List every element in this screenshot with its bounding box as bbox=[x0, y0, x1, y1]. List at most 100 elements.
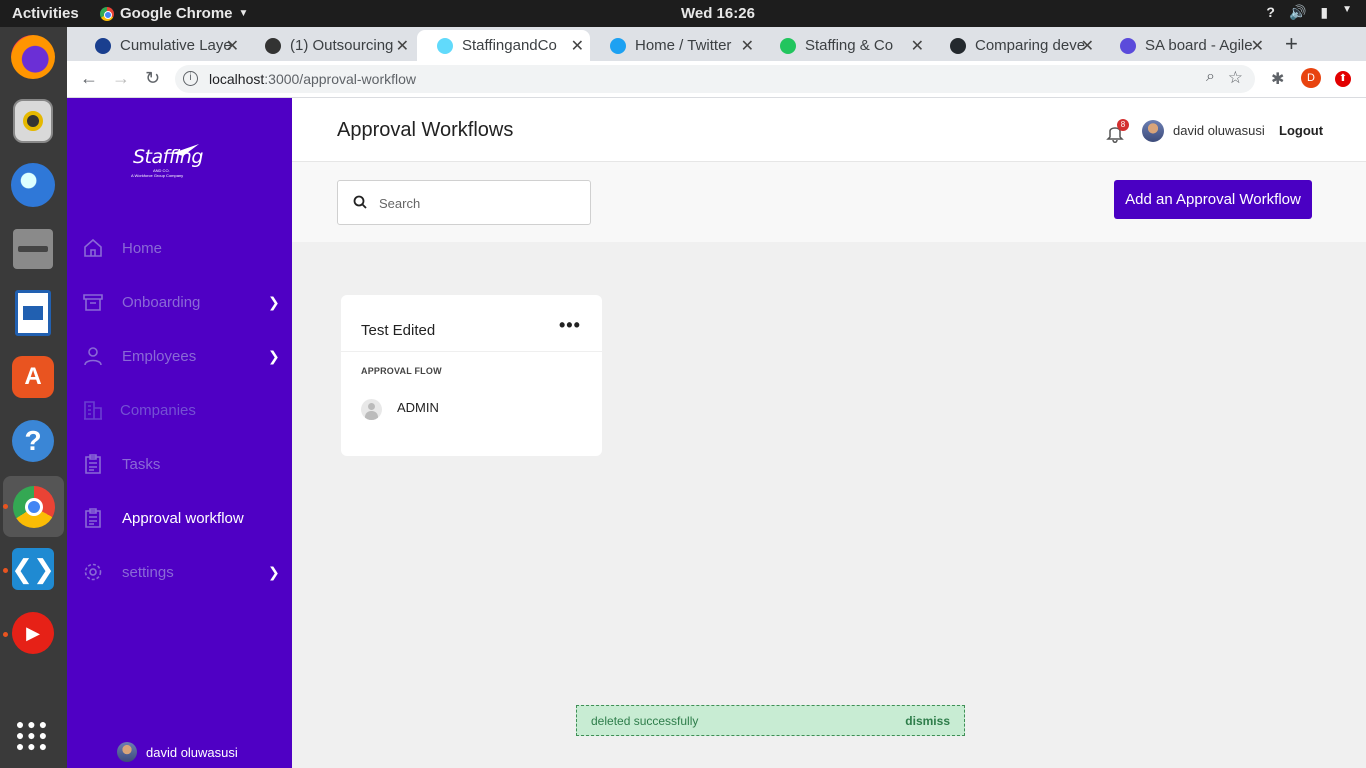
show-apps-button[interactable]: ●●● ●●● ●●● bbox=[8, 710, 58, 760]
header-user-name[interactable]: david oluwasusi bbox=[1173, 123, 1265, 138]
bookmark-star-icon[interactable]: ☆ bbox=[1228, 68, 1243, 88]
dock-chrome[interactable] bbox=[3, 476, 64, 537]
sidebar-item-label: Onboarding bbox=[122, 293, 201, 311]
chevron-right-icon: ❯ bbox=[268, 293, 280, 310]
paper-plane-icon bbox=[173, 144, 199, 156]
sidebar-item-companies[interactable]: Companies bbox=[67, 390, 292, 430]
browser-tab[interactable]: Comparing deve ✕ bbox=[930, 30, 1100, 61]
thunderbird-icon bbox=[11, 163, 55, 207]
browser-tab[interactable]: SA board - Agile ✕ bbox=[1100, 30, 1270, 61]
sidebar-item-tasks[interactable]: Tasks bbox=[67, 444, 292, 484]
dock-writer[interactable] bbox=[8, 288, 58, 338]
close-icon[interactable]: ✕ bbox=[396, 36, 409, 56]
files-icon bbox=[13, 229, 53, 269]
close-icon[interactable]: ✕ bbox=[1081, 36, 1094, 56]
tab-favicon-icon bbox=[1120, 37, 1136, 54]
sidebar-item-employees[interactable]: Employees ❯ bbox=[67, 336, 292, 376]
reload-button[interactable]: ↻ bbox=[145, 68, 160, 89]
tab-favicon-icon bbox=[95, 37, 111, 54]
dock-vscode[interactable]: ❮❯ bbox=[8, 544, 58, 594]
app-menu[interactable]: Google Chrome ▼ bbox=[100, 5, 248, 22]
tab-strip: Cumulative Laye ✕ (1) Outsourcing ✕ Staf… bbox=[67, 27, 1366, 61]
shopping-bag-icon: A bbox=[12, 356, 54, 398]
sidebar-item-label: Employees bbox=[122, 347, 197, 365]
browser-tab[interactable]: Home / Twitter ✕ bbox=[590, 30, 760, 61]
forward-button[interactable]: → bbox=[112, 68, 130, 89]
tab-label: Home / Twitter bbox=[635, 37, 732, 54]
new-tab-button[interactable]: + bbox=[1285, 31, 1298, 57]
running-indicator bbox=[3, 504, 8, 509]
tab-favicon-icon bbox=[265, 37, 281, 54]
dock-thunderbird[interactable] bbox=[8, 160, 58, 210]
tab-label: Staffing & Co bbox=[805, 37, 894, 54]
tab-label: (1) Outsourcing bbox=[290, 37, 394, 54]
search-input[interactable]: Search bbox=[337, 180, 591, 225]
document-icon bbox=[15, 290, 51, 336]
dock-rhythmbox[interactable] bbox=[8, 96, 58, 146]
tab-label: Cumulative Laye bbox=[120, 37, 232, 54]
archive-icon bbox=[83, 294, 103, 311]
dock-software[interactable]: A bbox=[8, 352, 58, 402]
brand-tagline: A Workforce Group Company bbox=[131, 173, 184, 178]
grid-icon: ●●● ●●● ●●● bbox=[15, 715, 51, 754]
tab-label: Comparing deve bbox=[975, 37, 1086, 54]
logout-button[interactable]: Logout bbox=[1279, 123, 1323, 138]
url-path: :3000/approval-workflow bbox=[264, 71, 417, 87]
close-icon[interactable]: ✕ bbox=[571, 36, 584, 56]
dock-files[interactable] bbox=[8, 224, 58, 274]
dock-youtube-music[interactable]: ▶ bbox=[8, 608, 58, 658]
system-tray[interactable]: ? 🔊 ▮ ▼ bbox=[1266, 4, 1352, 21]
clock[interactable]: Wed 16:26 bbox=[681, 5, 755, 22]
speaker-icon bbox=[13, 99, 53, 143]
browser-tab[interactable]: Staffing & Co ✕ bbox=[760, 30, 930, 61]
profile-avatar[interactable]: D bbox=[1301, 68, 1321, 88]
sidebar-user[interactable]: david oluwasusi bbox=[117, 742, 238, 762]
workflow-title: Test Edited bbox=[361, 322, 436, 339]
app-root: Staffing AND CO. A Workforce Group Compa… bbox=[67, 98, 1366, 768]
dock-firefox[interactable] bbox=[8, 32, 58, 82]
github-icon bbox=[950, 37, 966, 54]
react-icon bbox=[437, 37, 453, 54]
approver-name: ADMIN bbox=[397, 400, 439, 415]
more-options-icon[interactable]: ••• bbox=[559, 315, 581, 336]
add-approval-workflow-button[interactable]: Add an Approval Workflow bbox=[1114, 180, 1312, 219]
sidebar-item-settings[interactable]: settings ❯ bbox=[67, 552, 292, 592]
user-icon bbox=[84, 347, 102, 366]
brand-logo[interactable]: Staffing AND CO. A Workforce Group Compa… bbox=[131, 144, 203, 178]
approver-avatar bbox=[361, 399, 382, 420]
sidebar-item-approval-workflow[interactable]: Approval workflow bbox=[67, 498, 292, 538]
battery-icon: ▮ bbox=[1320, 4, 1329, 20]
close-icon[interactable]: ✕ bbox=[741, 36, 754, 56]
sidebar-item-onboarding[interactable]: Onboarding ❯ bbox=[67, 282, 292, 322]
address-bar[interactable]: i localhost:3000/approval-workflow ⌕ ☆ bbox=[175, 65, 1255, 93]
info-icon[interactable]: i bbox=[183, 71, 198, 86]
dock: A ? ❮❯ ▶ ●●● ●●● ●●● bbox=[0, 27, 67, 768]
sidebar-item-home[interactable]: Home bbox=[67, 228, 292, 268]
zoom-icon[interactable]: ⌕ bbox=[1206, 68, 1215, 86]
update-icon[interactable]: ⬆ bbox=[1335, 71, 1351, 87]
avatar[interactable] bbox=[1142, 120, 1164, 142]
page-title: Approval Workflows bbox=[337, 119, 514, 141]
page-toolbar: Search Add an Approval Workflow bbox=[292, 162, 1366, 242]
browser-tab[interactable]: (1) Outsourcing ✕ bbox=[245, 30, 415, 61]
extensions-puzzle-icon[interactable]: ✱ bbox=[1271, 69, 1284, 89]
play-icon: ▶ bbox=[12, 612, 54, 654]
dock-help[interactable]: ? bbox=[8, 416, 58, 466]
close-icon[interactable]: ✕ bbox=[226, 36, 239, 56]
workflow-card[interactable]: Test Edited ••• APPROVAL FLOW ADMIN bbox=[341, 295, 602, 456]
chrome-icon bbox=[12, 485, 55, 528]
browser-tab-active[interactable]: StaffingandCo ✕ bbox=[417, 30, 590, 61]
url-text[interactable]: localhost:3000/approval-workflow bbox=[209, 71, 416, 87]
back-button[interactable]: ← bbox=[80, 68, 98, 89]
close-icon[interactable]: ✕ bbox=[1251, 36, 1264, 56]
search-placeholder: Search bbox=[379, 196, 421, 211]
toast-dismiss-button[interactable]: dismiss bbox=[905, 714, 950, 728]
chevron-right-icon: ❯ bbox=[268, 347, 280, 364]
page-header: Approval Workflows 8 david oluwasusi Log… bbox=[292, 98, 1366, 162]
chevron-down-icon: ▼ bbox=[1342, 4, 1352, 15]
activities-button[interactable]: Activities bbox=[12, 5, 79, 22]
close-icon[interactable]: ✕ bbox=[911, 36, 924, 56]
browser-tab[interactable]: Cumulative Laye ✕ bbox=[75, 30, 245, 61]
building-icon bbox=[84, 401, 102, 420]
sidebar-user-name: david oluwasusi bbox=[146, 744, 238, 760]
